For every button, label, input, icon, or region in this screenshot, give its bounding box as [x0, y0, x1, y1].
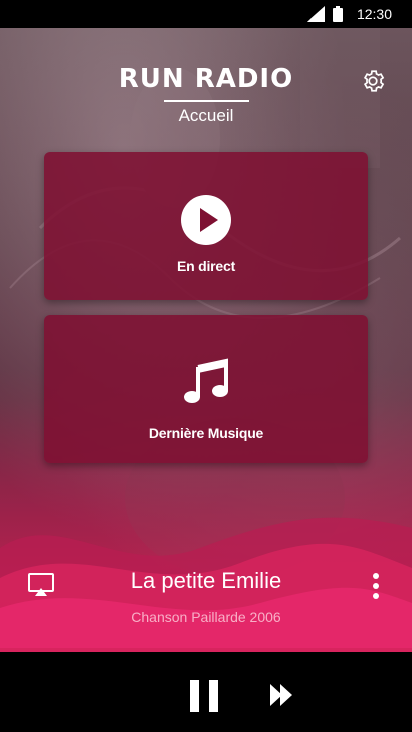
track-subtitle: Chanson Paillarde 2006: [131, 609, 281, 625]
logo-underline: [164, 100, 249, 102]
live-button[interactable]: En direct: [44, 152, 368, 300]
app-logo: RUN RADIO: [118, 64, 294, 94]
last-music-button[interactable]: Dernière Musique: [44, 315, 368, 463]
more-vertical-icon[interactable]: [368, 572, 384, 600]
status-time: 12:30: [356, 6, 392, 22]
play-circle-icon: [181, 195, 231, 245]
home-screen: RUN RADIO Accueil En direct Dernière Mus…: [0, 28, 412, 648]
status-bar: 12:30: [0, 0, 412, 28]
gear-icon[interactable]: [360, 68, 386, 94]
battery-icon: [332, 6, 343, 22]
pause-icon[interactable]: [190, 680, 218, 712]
music-note-icon: [184, 358, 228, 403]
page-title: Accueil: [178, 106, 234, 125]
signal-icon: [306, 6, 325, 22]
player-bar: [0, 652, 412, 732]
track-title: La petite Emilie: [130, 568, 282, 593]
live-label: En direct: [176, 258, 236, 274]
last-music-label: Dernière Musique: [148, 425, 264, 441]
fast-forward-icon[interactable]: [270, 684, 294, 706]
